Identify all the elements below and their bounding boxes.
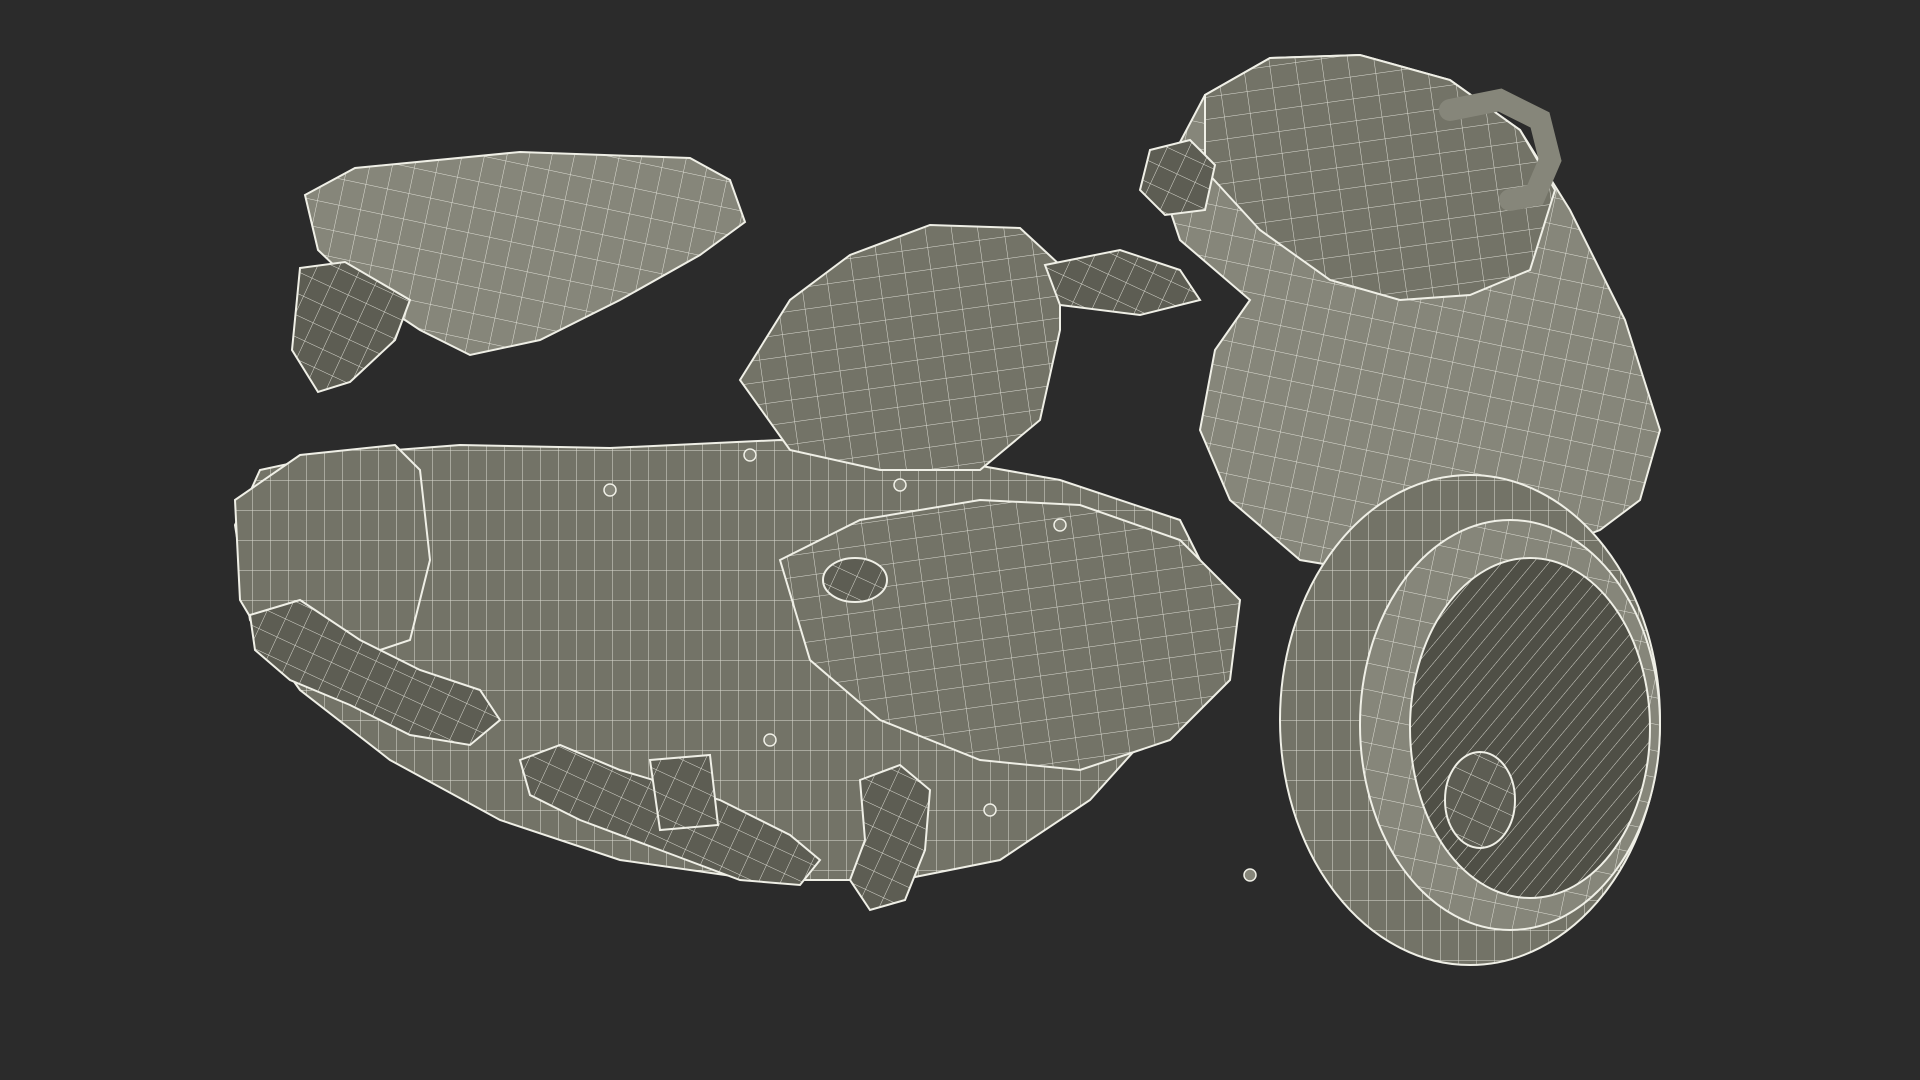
bolt xyxy=(893,478,907,492)
mounting-plate xyxy=(648,753,720,832)
bolt xyxy=(763,733,777,747)
wireframe-render xyxy=(0,0,1920,1080)
bolt xyxy=(603,483,617,497)
fan-hub xyxy=(1444,751,1516,849)
bolt xyxy=(983,803,997,817)
jet-intake xyxy=(1279,474,1661,966)
fuel-cap xyxy=(822,557,888,603)
intake-throat xyxy=(1409,557,1651,899)
bolt xyxy=(1053,518,1067,532)
bolt xyxy=(743,448,757,462)
bolt xyxy=(1243,868,1257,882)
render-viewport xyxy=(0,0,1920,1080)
